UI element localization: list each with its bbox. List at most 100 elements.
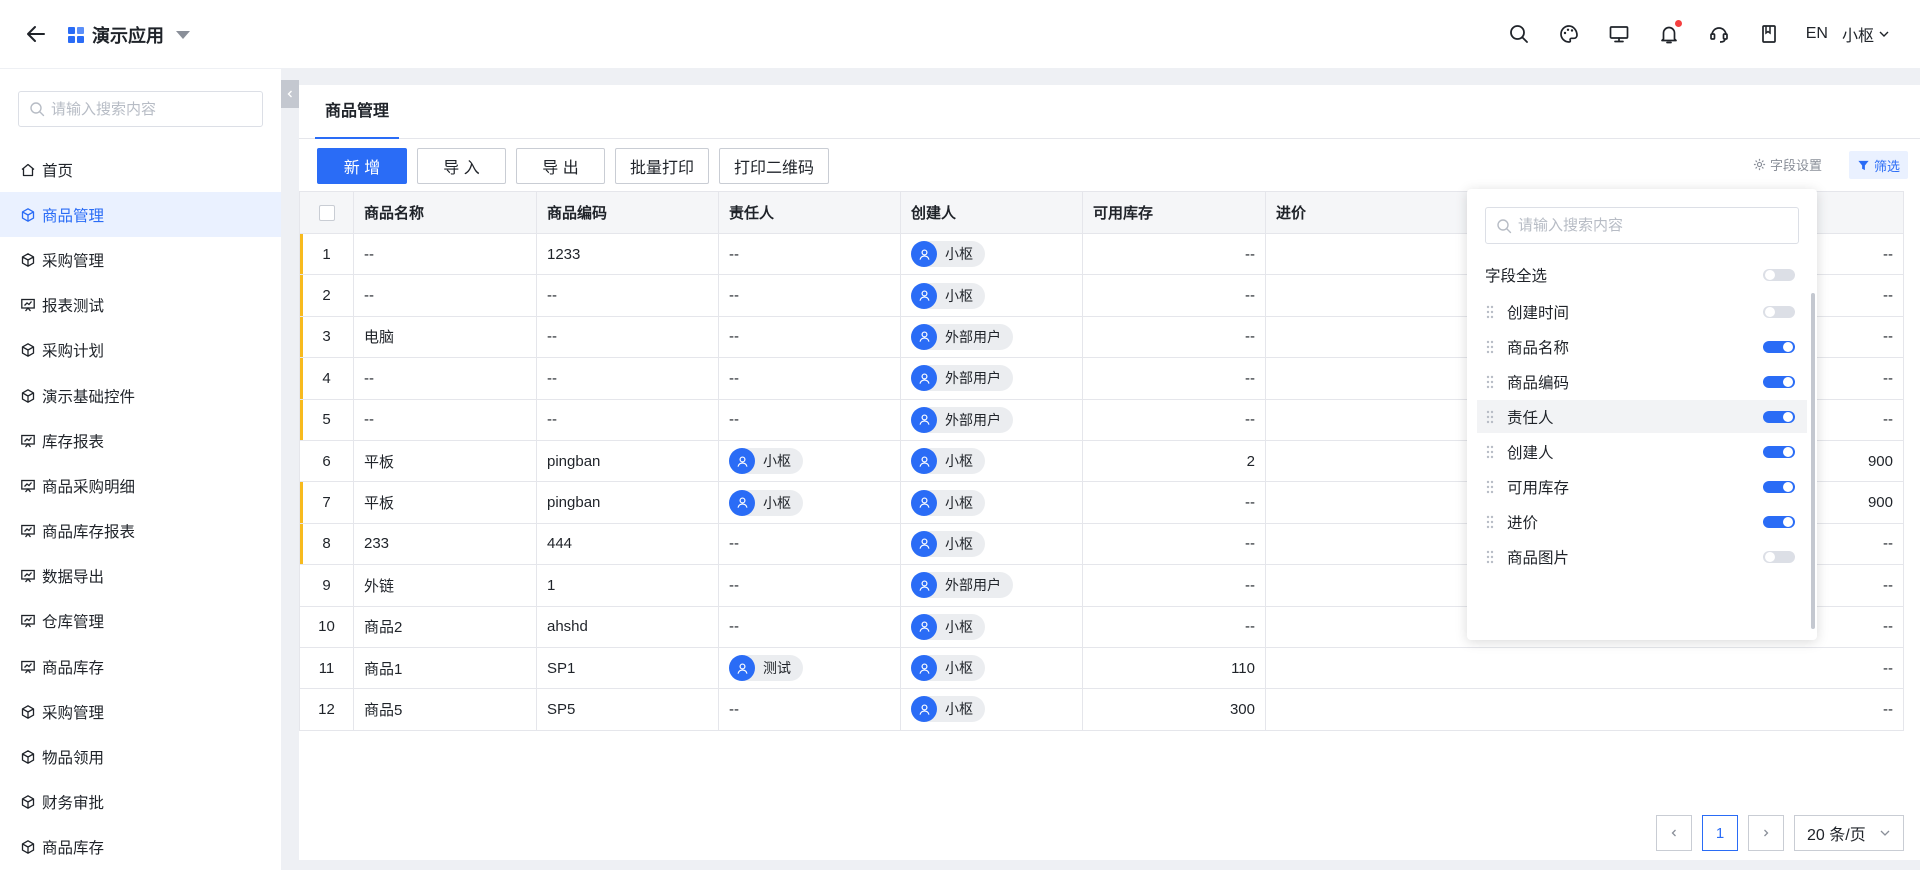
sidebar-item[interactable]: 商品库存 [0, 825, 281, 870]
sidebar-search[interactable] [18, 91, 263, 127]
field-row[interactable]: 进价 [1477, 505, 1807, 538]
sidebar-collapse-toggle[interactable] [281, 80, 299, 108]
creator-chip[interactable]: 外部用户 [911, 323, 1013, 350]
cell-stock: -- [1082, 232, 1266, 276]
creator-chip[interactable]: 小枢 [911, 613, 985, 640]
owner-chip[interactable]: 小枢 [729, 448, 803, 475]
field-search-input[interactable] [1518, 217, 1788, 234]
field-row[interactable]: 商品名称 [1477, 330, 1807, 363]
creator-chip[interactable]: 小枢 [911, 696, 985, 723]
field-row[interactable]: 可用库存 [1477, 470, 1807, 503]
sidebar-item[interactable]: 物品领用 [0, 734, 281, 779]
creator-chip[interactable]: 小枢 [911, 489, 985, 516]
drag-handle-icon[interactable] [1485, 409, 1495, 425]
column-header-owner[interactable]: 责任人 [718, 191, 901, 234]
sidebar-item[interactable]: 数据导出 [0, 554, 281, 599]
column-header-name[interactable]: 商品名称 [353, 191, 537, 234]
chart-board-icon [20, 297, 36, 313]
creator-name: 小枢 [945, 618, 973, 635]
app-switcher[interactable]: 演示应用 [68, 22, 190, 48]
creator-chip[interactable]: 外部用户 [911, 406, 1013, 433]
prev-page-button[interactable] [1656, 815, 1692, 851]
batch-print-button[interactable]: 批量打印 [615, 148, 710, 184]
field-toggle[interactable] [1763, 410, 1795, 423]
back-arrow-icon[interactable] [24, 22, 48, 46]
import-button[interactable]: 导 入 [417, 148, 506, 184]
drag-handle-icon[interactable] [1485, 479, 1495, 495]
sidebar-item[interactable]: 报表测试 [0, 283, 281, 328]
palette-icon[interactable] [1558, 23, 1580, 45]
drag-handle-icon[interactable] [1485, 304, 1495, 320]
app-title: 演示应用 [92, 26, 164, 46]
popover-scrollbar[interactable] [1811, 293, 1815, 629]
sidebar-item[interactable]: 商品库存报表 [0, 509, 281, 554]
field-toggle[interactable] [1763, 305, 1795, 318]
monitor-icon[interactable] [1608, 23, 1630, 45]
table-row[interactable]: 11 商品1 SP1 测试 小枢 110 -- [299, 646, 1904, 690]
drag-handle-icon[interactable] [1485, 549, 1495, 565]
field-toggle[interactable] [1763, 480, 1795, 493]
sidebar-item[interactable]: 采购管理 [0, 689, 281, 734]
filter-button[interactable]: 筛选 [1848, 151, 1908, 179]
column-header-stock[interactable]: 可用库存 [1082, 191, 1266, 234]
creator-chip[interactable]: 小枢 [911, 655, 985, 682]
creator-chip[interactable]: 小枢 [911, 530, 985, 557]
table-row[interactable]: 12 商品5 SP5 -- 小枢 300 -- [299, 688, 1904, 731]
add-button[interactable]: 新 增 [317, 148, 407, 184]
field-toggle[interactable] [1763, 515, 1795, 528]
sidebar-item[interactable]: 库存报表 [0, 418, 281, 463]
headset-icon[interactable] [1708, 23, 1730, 45]
sidebar: 首页商品管理采购管理报表测试采购计划演示基础控件库存报表商品采购明细商品库存报表… [0, 69, 281, 870]
user-menu[interactable]: 小枢 [1842, 22, 1890, 46]
sidebar-item[interactable]: 仓库管理 [0, 599, 281, 644]
creator-chip[interactable]: 小枢 [911, 448, 985, 475]
field-row[interactable]: 创建时间 [1477, 295, 1807, 328]
sidebar-item[interactable]: 商品库存 [0, 644, 281, 689]
search-icon[interactable] [1508, 23, 1530, 45]
field-toggle[interactable] [1763, 375, 1795, 388]
owner-chip[interactable]: 测试 [729, 655, 803, 682]
owner-chip[interactable]: 小枢 [729, 489, 803, 516]
row-index: 1 [299, 232, 354, 276]
field-toggle[interactable] [1763, 550, 1795, 563]
creator-chip[interactable]: 外部用户 [911, 365, 1013, 392]
sidebar-search-input[interactable] [51, 100, 251, 118]
sidebar-item[interactable]: 采购计划 [0, 328, 281, 373]
drag-handle-icon[interactable] [1485, 339, 1495, 355]
field-settings-button[interactable]: 字段设置 [1753, 155, 1822, 174]
creator-chip[interactable]: 小枢 [911, 282, 985, 309]
sidebar-item[interactable]: 首页 [0, 147, 281, 192]
field-toggle[interactable] [1763, 445, 1795, 458]
creator-chip[interactable]: 外部用户 [911, 572, 1013, 599]
sidebar-item[interactable]: 商品采购明细 [0, 463, 281, 508]
drag-handle-icon[interactable] [1485, 444, 1495, 460]
field-search[interactable] [1485, 207, 1799, 244]
owner-value: -- [729, 328, 739, 346]
sidebar-item[interactable]: 商品管理 [0, 192, 281, 238]
field-row[interactable]: 商品图片 [1477, 540, 1807, 573]
field-row[interactable]: 创建人 [1477, 435, 1807, 468]
print-qrcode-button[interactable]: 打印二维码 [719, 148, 830, 184]
field-toggle[interactable] [1763, 340, 1795, 353]
sidebar-item[interactable]: 演示基础控件 [0, 373, 281, 418]
drag-handle-icon[interactable] [1485, 514, 1495, 530]
sidebar-item[interactable]: 采购管理 [0, 237, 281, 282]
field-row[interactable]: 商品编码 [1477, 365, 1807, 398]
next-page-button[interactable] [1748, 815, 1784, 851]
book-icon[interactable] [1758, 23, 1780, 45]
drag-handle-icon[interactable] [1485, 374, 1495, 390]
language-switch[interactable]: EN [1806, 25, 1828, 43]
page-size-select[interactable]: 20 条/页 [1794, 815, 1904, 851]
export-button[interactable]: 导 出 [516, 148, 605, 184]
sidebar-item[interactable]: 财务审批 [0, 780, 281, 825]
cube-icon [20, 388, 36, 404]
creator-chip[interactable]: 小枢 [911, 241, 985, 268]
select-all-checkbox[interactable] [318, 205, 335, 222]
select-all-fields-toggle[interactable] [1763, 268, 1795, 281]
column-header-creator[interactable]: 创建人 [900, 191, 1083, 234]
bell-icon[interactable] [1658, 20, 1682, 45]
field-row[interactable]: 责任人 [1477, 400, 1807, 433]
page-number-current[interactable]: 1 [1702, 815, 1738, 851]
column-header-code[interactable]: 商品编码 [536, 191, 719, 234]
tab-product-management[interactable]: 商品管理 [315, 85, 400, 139]
